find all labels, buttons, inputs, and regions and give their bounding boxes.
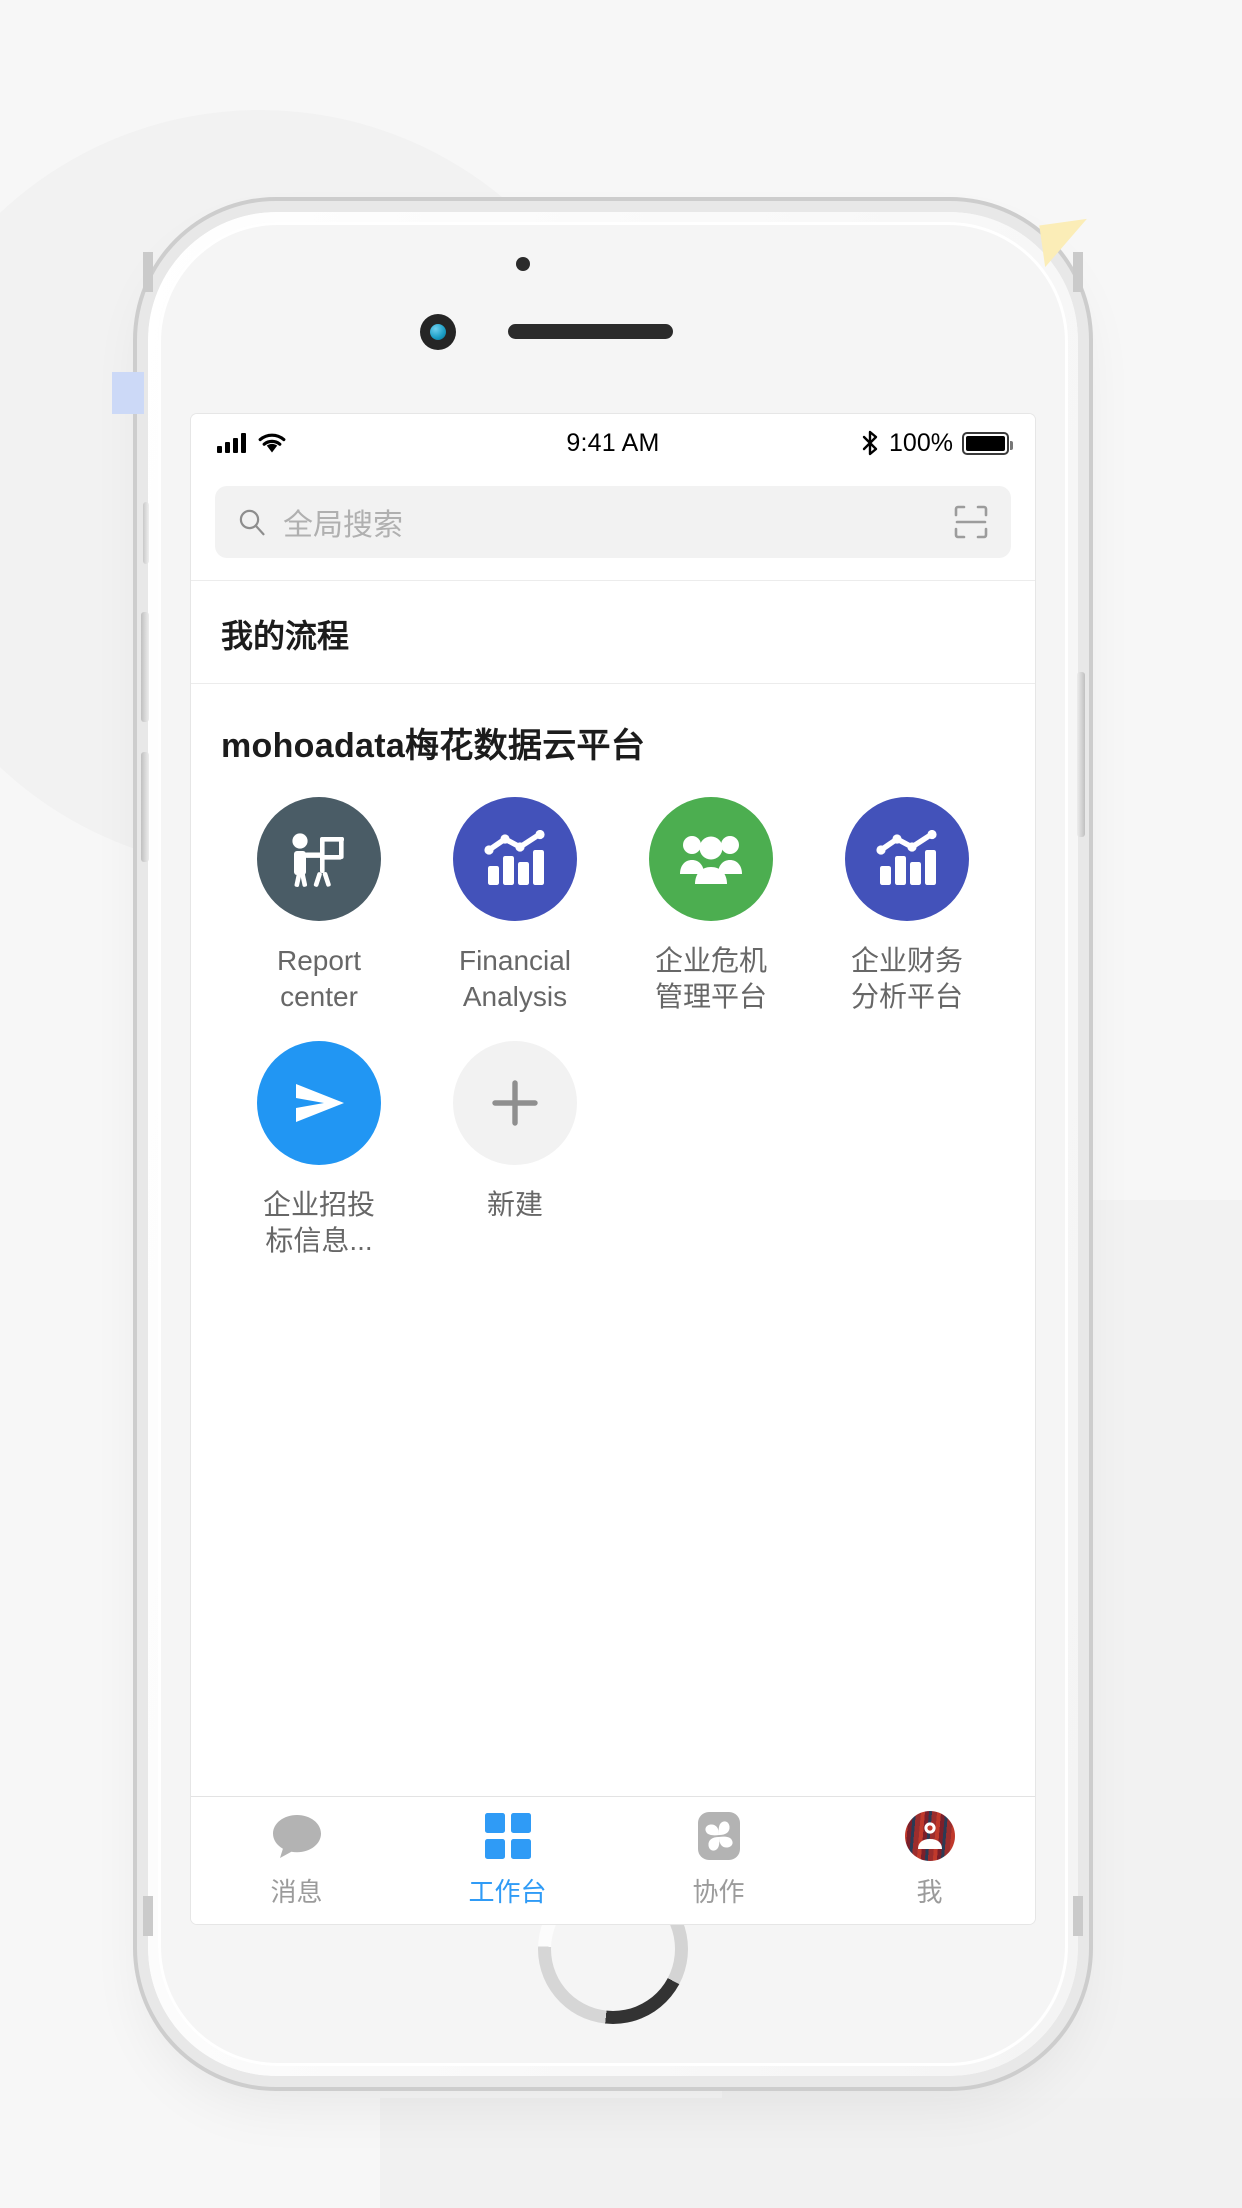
tab-label: 工作台 [468,1877,547,1907]
background-blob-bottom [380,2098,1242,2208]
tab-collaboration[interactable]: 协作 [613,1812,824,1909]
wifi-icon [258,433,286,453]
chat-bubble-icon [271,1812,323,1860]
frame-antenna-line-top-left [143,252,153,292]
tab-me[interactable]: 我 [824,1811,1035,1909]
avatar [904,1811,955,1861]
grid-squares-icon [484,1812,532,1860]
decorative-triangle [1039,218,1093,268]
battery-percent-label: 100% [889,428,953,457]
frame-antenna-line-bottom-left [143,1896,153,1936]
app-label: Report center [276,945,362,1012]
app-icon-bg [257,797,381,921]
volume-up-button[interactable] [141,612,149,722]
app-item-financial-analysis[interactable]: Financial Analysis [417,797,613,1015]
bar-chart-trend-icon [876,830,937,885]
app-icon-bg [649,797,773,921]
app-item-add-new[interactable]: 新建 [417,1041,613,1259]
app-label: 企业危机管理平台 [654,945,767,1012]
paper-plane-icon [296,1084,344,1122]
collaboration-icon [697,1812,741,1860]
status-bar-time: 9:41 AM [566,428,660,457]
app-grid: Report center Financial Analysis 企业危机管理平… [221,797,1005,1285]
tab-messages[interactable]: 消息 [191,1812,402,1909]
cellular-signal-icon [217,433,246,453]
frame-antenna-line-bottom-right [1073,1896,1083,1936]
bluetooth-icon [862,430,878,456]
app-icon-bg [453,797,577,921]
app-label: Financial Analysis [458,945,572,1012]
tab-label: 协作 [692,1877,745,1907]
tab-workbench[interactable]: 工作台 [402,1812,613,1909]
phone-device-frame: 9:41 AM 100% 全局搜索 我的流程 mohoadata梅花数据云平台 … [141,212,1085,2076]
plus-icon [492,1080,538,1126]
earpiece-speaker [508,324,673,339]
app-label: 新建 [486,1189,543,1220]
app-label: 企业招投标信息... [262,1189,375,1256]
app-item-report-center[interactable]: Report center [221,797,417,1015]
search-placeholder: 全局搜索 [283,509,403,542]
app-icon-bg [257,1041,381,1165]
app-item-financial-platform[interactable]: 企业财务分析平台 [809,797,1005,1015]
tab-label: 消息 [270,1877,323,1907]
app-item-crisis-management[interactable]: 企业危机管理平台 [613,797,809,1015]
empty-content-area [191,1285,1035,1796]
decorative-square [112,372,144,414]
tab-label: 我 [916,1877,943,1907]
app-icon-bg [845,797,969,921]
app-label: 企业财务分析平台 [850,945,963,1012]
bar-chart-trend-icon [484,830,545,885]
qr-scan-icon[interactable] [953,504,989,540]
app-group-title: mohoadata梅花数据云平台 [221,727,646,765]
search-input[interactable]: 全局搜索 [215,486,1011,558]
bottom-tab-bar: 消息 工作台 协作 我 [191,1796,1035,1924]
status-bar: 9:41 AM 100% [191,414,1035,472]
app-item-bidding-info[interactable]: 企业招投标信息... [221,1041,417,1259]
front-camera-icon [420,314,456,350]
avatar-icon [904,1811,955,1861]
search-icon [239,509,265,536]
proximity-sensor-icon [516,257,530,271]
phone-screen: 9:41 AM 100% 全局搜索 我的流程 mohoadata梅花数据云平台 … [191,414,1035,1924]
volume-down-button[interactable] [141,752,149,862]
search-section: 全局搜索 [191,472,1035,581]
presentation-person-icon [292,833,344,887]
silent-switch-button[interactable] [143,502,149,564]
app-group: mohoadata梅花数据云平台 Report center Financial… [191,684,1035,1285]
battery-full-icon [961,431,1013,455]
page-root: 9:41 AM 100% 全局搜索 我的流程 mohoadata梅花数据云平台 … [0,0,1242,2208]
group-people-icon [680,836,742,884]
section-title-my-process: 我的流程 [191,581,1035,684]
app-icon-bg [453,1041,577,1165]
power-button[interactable] [1077,672,1085,837]
